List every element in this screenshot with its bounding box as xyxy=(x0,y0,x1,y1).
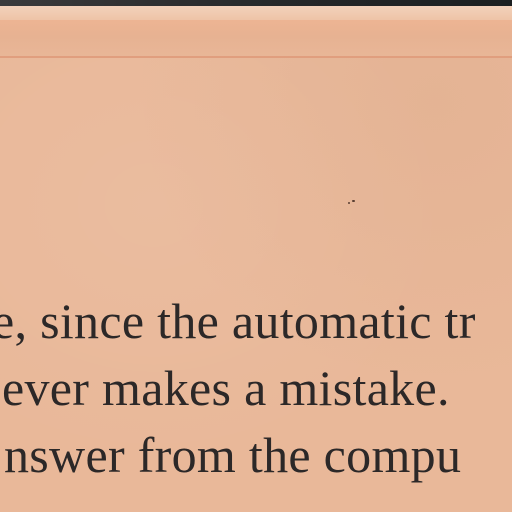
text-line-3: nswer from the compu xyxy=(4,427,462,483)
page-fold-band xyxy=(0,20,512,58)
body-text: e, since the automatic tr ever makes a m… xyxy=(0,288,476,489)
page-top-edge xyxy=(0,6,512,21)
paper-speck xyxy=(348,200,355,205)
text-line-1: e, since the automatic tr xyxy=(0,293,476,349)
text-line-2: ever makes a mistake. xyxy=(2,360,450,416)
book-page: e, since the automatic tr ever makes a m… xyxy=(0,0,512,512)
